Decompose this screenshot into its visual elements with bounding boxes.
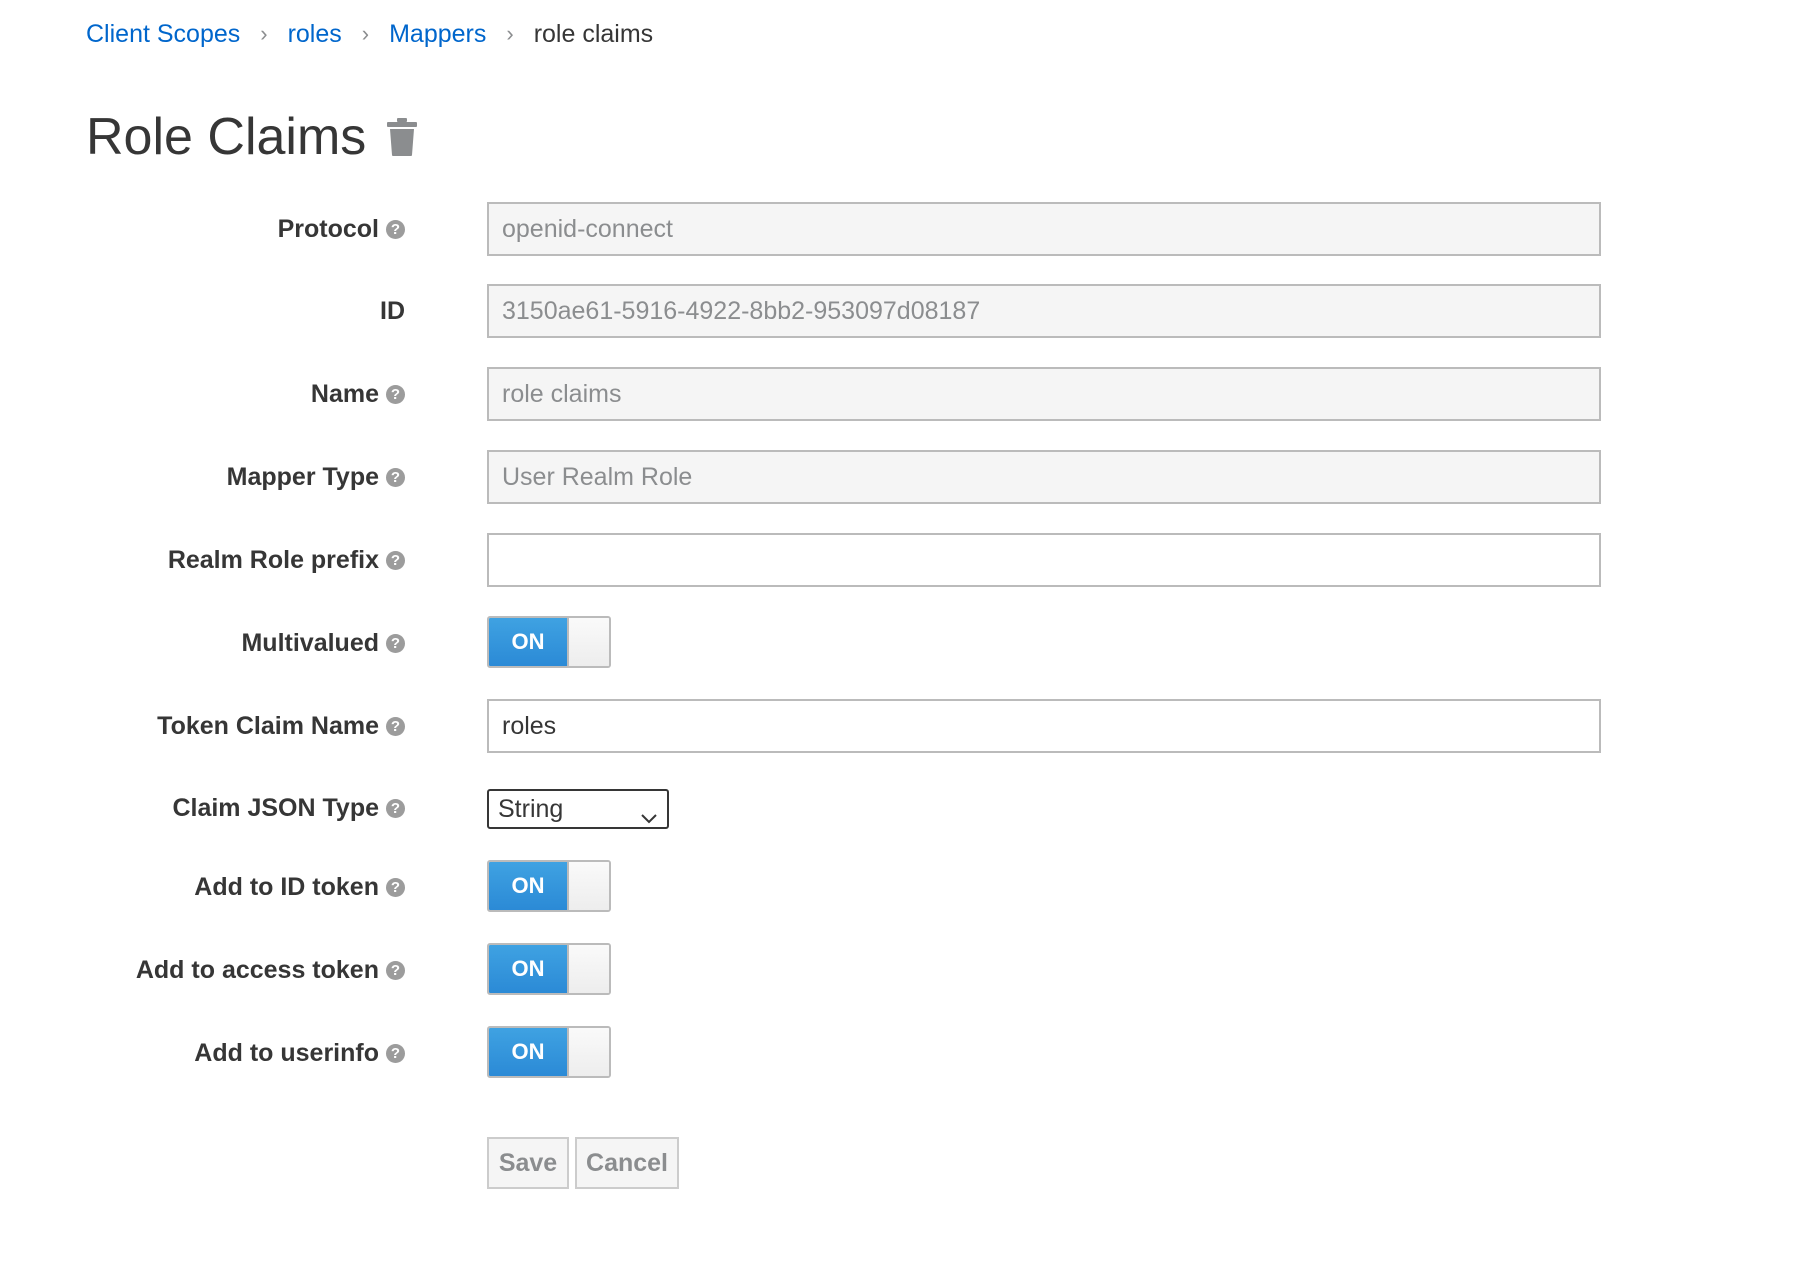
claim-json-type-row: Claim JSON Type ? String: [0, 781, 1804, 835]
cancel-button[interactable]: Cancel: [575, 1137, 679, 1189]
breadcrumb-client-scopes-link[interactable]: Client Scopes: [86, 20, 240, 49]
toggle-knob: [567, 945, 609, 993]
help-icon[interactable]: ?: [386, 384, 405, 404]
breadcrumb-mappers-link[interactable]: Mappers: [389, 20, 486, 49]
multivalued-toggle[interactable]: ON: [487, 616, 611, 668]
mapper-type-field[interactable]: [487, 450, 1601, 504]
help-icon[interactable]: ?: [386, 1043, 405, 1063]
add-to-id-token-label-text: Add to ID token: [194, 872, 379, 901]
realm-role-prefix-label-text: Realm Role prefix: [167, 545, 379, 574]
add-to-access-token-toggle[interactable]: ON: [487, 943, 611, 995]
realm-role-prefix-label: Realm Role prefix ?: [168, 533, 405, 587]
protocol-label: Protocol ?: [278, 202, 405, 256]
toggle-knob: [567, 618, 609, 666]
help-icon[interactable]: ?: [386, 633, 405, 653]
breadcrumb-current: role claims: [533, 19, 654, 48]
realm-role-prefix-input[interactable]: [487, 533, 1601, 587]
multivalued-label: Multivalued ?: [241, 616, 405, 670]
protocol-label-text: Protocol: [277, 214, 379, 243]
help-icon[interactable]: ?: [386, 877, 405, 897]
save-button[interactable]: Save: [487, 1137, 569, 1189]
add-to-id-token-toggle[interactable]: ON: [487, 860, 611, 912]
name-field[interactable]: [487, 367, 1601, 421]
breadcrumb: Client Scopes › roles › Mappers › role c…: [86, 14, 653, 54]
token-claim-name-label-text: Token Claim Name: [157, 711, 379, 740]
trash-icon[interactable]: [386, 117, 418, 157]
id-label-text: ID: [380, 296, 405, 325]
help-icon[interactable]: ?: [386, 798, 405, 818]
add-to-userinfo-label-text: Add to userinfo: [194, 1038, 379, 1067]
protocol-row: Protocol ?: [0, 202, 1804, 256]
name-row: Name ?: [0, 367, 1804, 421]
id-label: ID: [380, 284, 405, 338]
mapper-type-label: Mapper Type ?: [227, 450, 405, 504]
help-icon[interactable]: ?: [386, 716, 405, 736]
form-actions: Save Cancel: [0, 1137, 1804, 1191]
name-label-text: Name: [310, 379, 379, 408]
token-claim-name-input[interactable]: [487, 699, 1601, 753]
add-to-id-token-label: Add to ID token ?: [194, 860, 405, 914]
toggle-knob: [567, 1028, 609, 1076]
id-field[interactable]: [487, 284, 1601, 338]
chevron-down-icon: [640, 803, 658, 824]
toggle-knob: [567, 862, 609, 910]
add-to-userinfo-row: Add to userinfo ? ON: [0, 1026, 1804, 1080]
add-to-access-token-label-text: Add to access token: [135, 955, 379, 984]
breadcrumb-separator: ›: [506, 21, 514, 46]
claim-json-type-label: Claim JSON Type ?: [172, 781, 405, 835]
add-to-access-token-label: Add to access token ?: [136, 943, 405, 997]
toggle-on-label: ON: [489, 618, 567, 666]
help-icon[interactable]: ?: [386, 467, 405, 487]
add-to-id-token-row: Add to ID token ? ON: [0, 860, 1804, 914]
page-title: Role Claims: [86, 108, 367, 166]
mapper-details-page: Client Scopes › roles › Mappers › role c…: [0, 0, 1804, 1284]
add-to-userinfo-label: Add to userinfo ?: [194, 1026, 405, 1080]
realm-role-prefix-row: Realm Role prefix ?: [0, 533, 1804, 587]
breadcrumb-roles-link[interactable]: roles: [288, 20, 342, 49]
name-label: Name ?: [311, 367, 405, 421]
claim-json-type-label-text: Claim JSON Type: [172, 793, 379, 822]
help-icon[interactable]: ?: [386, 960, 405, 980]
claim-json-type-selected: String: [498, 794, 564, 823]
toggle-on-label: ON: [489, 862, 567, 910]
add-to-userinfo-toggle[interactable]: ON: [487, 1026, 611, 1078]
mapper-type-label-text: Mapper Type: [226, 462, 379, 491]
claim-json-type-select[interactable]: String: [487, 789, 669, 829]
id-row: ID: [0, 284, 1804, 338]
breadcrumb-separator: ›: [260, 21, 268, 46]
add-to-access-token-row: Add to access token ? ON: [0, 943, 1804, 997]
toggle-on-label: ON: [489, 1028, 567, 1076]
protocol-field[interactable]: [487, 202, 1601, 256]
multivalued-label-text: Multivalued: [241, 628, 379, 657]
help-icon[interactable]: ?: [386, 219, 405, 239]
token-claim-name-label: Token Claim Name ?: [157, 699, 405, 753]
toggle-on-label: ON: [489, 945, 567, 993]
breadcrumb-separator: ›: [361, 21, 370, 46]
token-claim-name-row: Token Claim Name ?: [0, 699, 1804, 753]
mapper-type-row: Mapper Type ?: [0, 450, 1804, 504]
multivalued-row: Multivalued ? ON: [0, 616, 1804, 670]
title-row: Role Claims: [86, 102, 418, 172]
help-icon[interactable]: ?: [386, 550, 405, 570]
